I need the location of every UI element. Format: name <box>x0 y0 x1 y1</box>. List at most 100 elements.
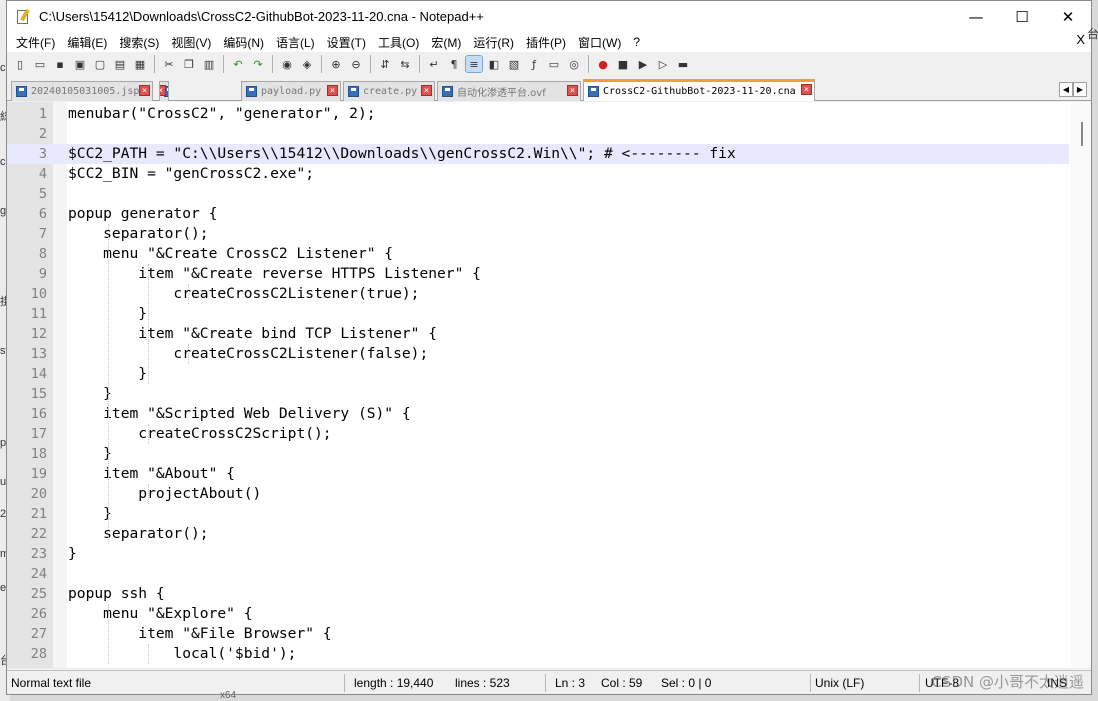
code-text[interactable]: projectAbout() <box>68 484 261 504</box>
code-text[interactable]: $CC2_BIN = "genCrossC2.exe"; <box>68 164 314 184</box>
menu-item[interactable]: 工具(O) <box>372 34 425 51</box>
code-line[interactable]: 3 $CC2_PATH = "C:\\Users\\15412\\Download… <box>7 144 1069 164</box>
new-file-icon[interactable]: ▯ <box>12 56 28 72</box>
menu-item[interactable]: 宏(M) <box>425 34 467 51</box>
code-line[interactable]: 28 local('$bid'); <box>7 644 1069 664</box>
show-all-chars-icon[interactable]: ¶ <box>446 56 462 72</box>
code-line[interactable]: 21 } <box>7 504 1069 524</box>
code-line[interactable]: 2 <box>7 124 1069 144</box>
menu-item[interactable]: 编码(N) <box>217 34 270 51</box>
code-line[interactable]: 5 <box>7 184 1069 204</box>
code-line[interactable]: 26 menu "&Explore" { <box>7 604 1069 624</box>
menu-item[interactable]: 搜索(S) <box>113 34 165 51</box>
code-text[interactable]: item "&Create reverse HTTPS Listener" { <box>68 264 481 284</box>
code-line[interactable]: 18 } <box>7 444 1069 464</box>
tab-close-icon[interactable]: × <box>421 85 432 96</box>
menu-item[interactable]: 设置(T) <box>321 34 372 51</box>
code-line[interactable]: 14 } <box>7 364 1069 384</box>
close-all-icon[interactable]: ▤ <box>112 56 128 72</box>
menu-item[interactable]: 文件(F) <box>10 34 61 51</box>
zoom-out-icon[interactable]: ⊖ <box>348 56 364 72</box>
code-text[interactable]: createCrossC2Listener(false); <box>68 344 428 364</box>
code-line[interactable]: 23} <box>7 544 1069 564</box>
play-macro-icon[interactable]: ▶ <box>635 56 651 72</box>
code-text[interactable]: createCrossC2Listener(true); <box>68 284 419 304</box>
code-text[interactable]: } <box>68 504 112 524</box>
code-line[interactable]: 20 projectAbout() <box>7 484 1069 504</box>
function-list-icon[interactable]: ƒ <box>526 56 542 72</box>
tab-scroll-right-icon[interactable]: ▶ <box>1073 82 1087 97</box>
stop-record-icon[interactable]: ■ <box>615 56 631 72</box>
code-line[interactable]: 15 } <box>7 384 1069 404</box>
code-text[interactable]: } <box>68 544 77 564</box>
paste-icon[interactable]: ▥ <box>201 56 217 72</box>
print-icon[interactable]: ▦ <box>132 56 148 72</box>
tab-close-icon[interactable]: × <box>160 85 166 96</box>
code-text[interactable]: menu "&Create CrossC2 Listener" { <box>68 244 393 264</box>
tab-scroll-left-icon[interactable]: ◀ <box>1059 82 1073 97</box>
code-text[interactable]: popup ssh { <box>68 584 165 604</box>
code-line[interactable]: 22 separator(); <box>7 524 1069 544</box>
tab[interactable]: 自动化渗透平台.ovf × <box>437 81 581 101</box>
code-line[interactable]: 19 item "&About" { <box>7 464 1069 484</box>
code-text[interactable]: separator(); <box>68 524 208 544</box>
tab-close-icon[interactable]: × <box>567 85 578 96</box>
maximize-button[interactable]: ☐ <box>999 1 1045 32</box>
code-line[interactable]: 12 item "&Create bind TCP Listener" { <box>7 324 1069 344</box>
code-text[interactable]: menubar("CrossC2", "generator", 2); <box>68 104 376 124</box>
menu-item[interactable]: 窗口(W) <box>572 34 627 51</box>
word-wrap-icon[interactable]: ↵ <box>426 56 442 72</box>
minimize-button[interactable]: — <box>953 1 999 32</box>
open-file-icon[interactable]: ▭ <box>32 56 48 72</box>
code-text[interactable]: } <box>68 384 112 404</box>
sync-horizontal-icon[interactable]: ⇆ <box>397 56 413 72</box>
menu-item[interactable]: 语言(L) <box>270 34 321 51</box>
code-text[interactable]: separator(); <box>68 224 208 244</box>
editor-pane[interactable]: 1 menubar("CrossC2", "generator", 2); 2 3 $C… <box>7 102 1091 668</box>
code-line[interactable]: 8 menu "&Create CrossC2 Listener" { <box>7 244 1069 264</box>
save-icon[interactable]: ▪ <box>52 56 68 72</box>
code-line[interactable]: 27 item "&File Browser" { <box>7 624 1069 644</box>
udl-icon[interactable]: ◧ <box>486 56 502 72</box>
menu-item[interactable]: 插件(P) <box>520 34 572 51</box>
close-document-button[interactable]: X <box>1076 32 1085 47</box>
cut-icon[interactable]: ✂ <box>161 56 177 72</box>
code-line[interactable]: 25 popup ssh { <box>7 584 1069 604</box>
close-button[interactable]: ✕ <box>1045 1 1091 32</box>
tab-close-icon[interactable]: × <box>327 85 338 96</box>
code-text[interactable]: item "&Create bind TCP Listener" { <box>68 324 437 344</box>
code-lines[interactable]: 1 menubar("CrossC2", "generator", 2); 2 3 $C… <box>7 104 1069 664</box>
code-text[interactable]: item "&Scripted Web Delivery (S)" { <box>68 404 411 424</box>
run-macro-multiple-icon[interactable]: ▷ <box>655 56 671 72</box>
code-line[interactable]: 7 separator(); <box>7 224 1069 244</box>
replace-icon[interactable]: ◈ <box>299 56 315 72</box>
copy-icon[interactable]: ❐ <box>181 56 197 72</box>
zoom-in-icon[interactable]: ⊕ <box>328 56 344 72</box>
code-text[interactable]: popup generator { <box>68 204 217 224</box>
code-line[interactable]: 1 menubar("CrossC2", "generator", 2); <box>7 104 1069 124</box>
save-all-icon[interactable]: ▣ <box>72 56 88 72</box>
code-text[interactable]: item "&About" { <box>68 464 235 484</box>
redo-icon[interactable]: ↷ <box>250 56 266 72</box>
menu-item[interactable]: 运行(R) <box>467 34 520 51</box>
sync-vertical-icon[interactable]: ⇵ <box>377 56 393 72</box>
doc-map-icon[interactable]: ▧ <box>506 56 522 72</box>
code-text[interactable]: local('$bid'); <box>68 644 296 664</box>
save-macro-icon[interactable]: ▬ <box>675 56 691 72</box>
code-text[interactable]: menu "&Explore" { <box>68 604 252 624</box>
find-icon[interactable]: ◉ <box>279 56 295 72</box>
tab[interactable]: main.py× <box>159 81 169 101</box>
tab-close-icon[interactable]: × <box>801 84 812 95</box>
tab[interactable]: CrossC2-GithubBot-2023-11-20.cna × <box>583 79 815 101</box>
scrollbar-thumb[interactable] <box>1081 122 1083 146</box>
code-line[interactable]: 11 } <box>7 304 1069 324</box>
title-bar[interactable]: C:\Users\15412\Downloads\CrossC2-GithubB… <box>7 1 1091 32</box>
monitoring-icon[interactable]: ◎ <box>566 56 582 72</box>
status-eol[interactable]: Unix (LF) <box>815 671 864 695</box>
code-line[interactable]: 16 item "&Scripted Web Delivery (S)" { <box>7 404 1069 424</box>
menu-item[interactable]: 视图(V) <box>165 34 217 51</box>
indent-guide-icon[interactable]: ≡ <box>465 55 483 73</box>
code-line[interactable]: 10 createCrossC2Listener(true); <box>7 284 1069 304</box>
tab-close-icon[interactable]: × <box>139 85 150 96</box>
code-line[interactable]: 6 popup generator { <box>7 204 1069 224</box>
